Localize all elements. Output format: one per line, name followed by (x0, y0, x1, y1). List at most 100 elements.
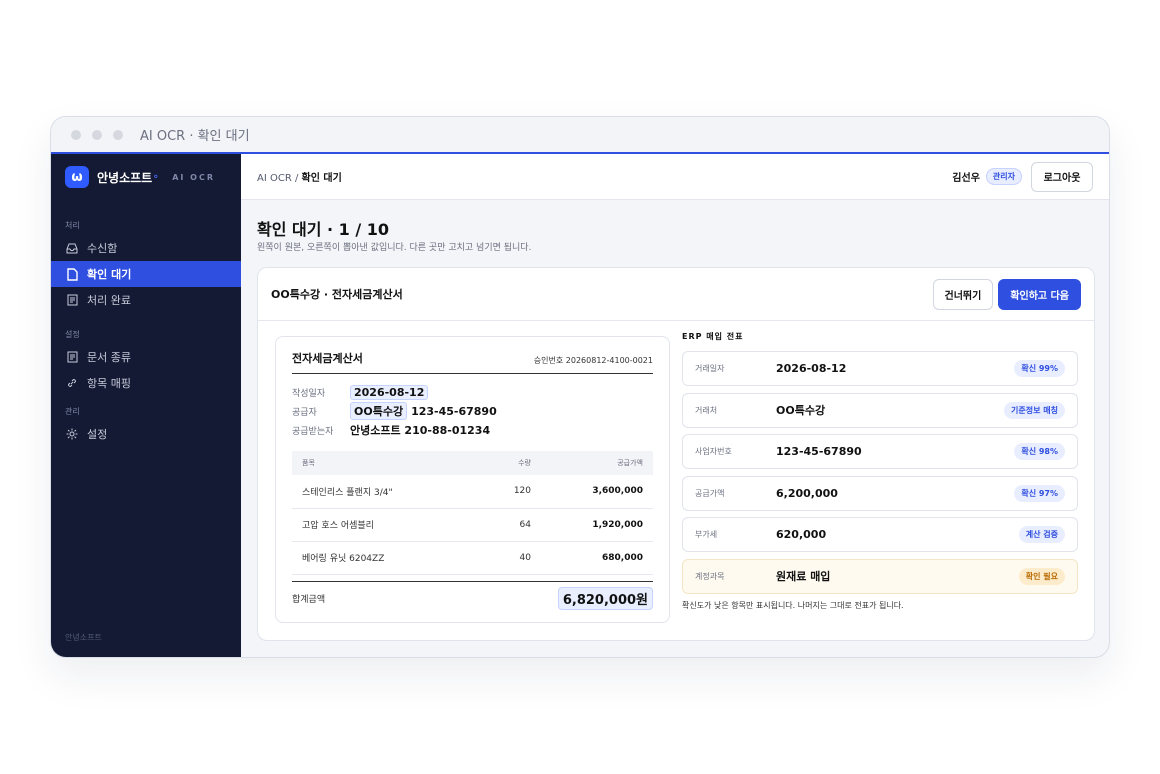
sidebar-item-field-mapping[interactable]: 항목 매핑 (51, 370, 241, 396)
invoice-items-table: 품목 수량 공급가액 스테인리스 플랜지 3/4" 120 3,600,000 (292, 451, 653, 575)
confidence-badge: 확신 99% (1014, 360, 1065, 377)
erp-field-label: 공급가액 (695, 488, 725, 498)
erp-field-label: 부가세 (695, 530, 718, 539)
invoice-date-label: 작성일자 (292, 388, 326, 399)
erp-field-row[interactable]: 공급가액 6,200,000 확신 97% (682, 475, 1078, 511)
item-qty: 40 (483, 541, 543, 575)
sidebar-item-settings[interactable]: 설정 (51, 421, 241, 447)
sidebar-item-label: 확인 대기 (87, 268, 132, 281)
column-header: 공급가액 (543, 451, 653, 475)
erp-field-label: 사업자번호 (695, 447, 732, 456)
erp-field-value[interactable]: 6,200,000 (776, 487, 838, 500)
item-qty: 120 (483, 475, 543, 509)
item-name: 고압 호스 어셈블리 (292, 508, 483, 542)
app-window: AI OCR · 확인 대기 ω 안녕소프트° AI OCR 처리 수신함 확인… (50, 116, 1110, 658)
sidebar: ω 안녕소프트° AI OCR 처리 수신함 확인 대기 처리 완료 설정 문서… (51, 154, 241, 657)
brand-dot: ° (153, 173, 159, 185)
item-amount: 3,600,000 (543, 475, 653, 509)
brand-name: 안녕소프트° (97, 170, 159, 185)
breadcrumb: AI OCR / 확인 대기 (257, 169, 342, 184)
invoice-total-label: 합계금액 (292, 595, 326, 605)
erp-field-label: 계정과목 (695, 571, 725, 581)
sidebar-item-doc-types[interactable]: 문서 종류 (51, 344, 241, 370)
invoice-date-field: 작성일자 2026-08-12 (292, 384, 653, 400)
logout-button[interactable]: 로그아웃 (1031, 161, 1093, 192)
table-header-row: 품목 수량 공급가액 (292, 451, 653, 475)
card-title: OO특수강 · 전자세금계산서 (271, 288, 403, 301)
list-document-icon (65, 294, 79, 306)
invoice-buyer-value: 안녕소프트 210-88-01234 (350, 424, 491, 437)
title-bar: AI OCR · 확인 대기 (51, 117, 1109, 154)
invoice-total-row: 합계금액 6,820,000원 (292, 581, 653, 615)
invoice-total-value: 6,820,000원 (557, 587, 653, 610)
invoice-title: 전자세금계산서 (292, 352, 363, 365)
inbox-icon (65, 243, 79, 254)
sidebar-item-label: 처리 완료 (87, 294, 131, 307)
role-badge: 관리자 (985, 168, 1022, 185)
item-qty: 64 (483, 508, 543, 542)
erp-field-value[interactable]: OO특수강 (776, 402, 825, 418)
invoice-supplier-reg: 123-45-67890 (411, 404, 497, 418)
window-title: AI OCR · 확인 대기 (140, 129, 250, 144)
gear-icon (65, 428, 79, 440)
erp-field-row[interactable]: 부가세 620,000 계산 검증 (682, 517, 1078, 552)
invoice-original: 전자세금계산서 승인번호 20260812-4100-0021 작성일자 202… (275, 336, 670, 623)
erp-field-row-needs-review[interactable]: 계정과목 원재료 매입 확인 필요 (682, 558, 1078, 594)
erp-field-row[interactable]: 거래처 OO특수강 기준정보 매칭 (682, 392, 1078, 428)
table-row: 베어링 유닛 6204ZZ 40 680,000 (292, 541, 653, 575)
erp-field-value[interactable]: 2026-08-12 (776, 362, 846, 375)
breadcrumb-root[interactable]: AI OCR / (257, 173, 298, 184)
window-maximize-dot[interactable] (113, 129, 123, 140)
sidebar-footer: 안녕소프트 (65, 633, 102, 642)
brand-subtitle: AI OCR (172, 172, 215, 182)
brand-logo-icon: ω (65, 166, 89, 188)
main-content: AI OCR / 확인 대기 김선우 관리자 로그아웃 확인 대기 · 1 / … (241, 154, 1109, 657)
link-icon (65, 377, 79, 389)
erp-field-row[interactable]: 사업자번호 123-45-67890 확신 98% (682, 434, 1078, 469)
brand: ω 안녕소프트° AI OCR (51, 154, 241, 200)
card-header: OO특수강 · 전자세금계산서 건너뛰기 확인하고 다음 (258, 268, 1094, 321)
sidebar-item-label: 항목 매핑 (87, 377, 131, 390)
sidebar-item-inbox[interactable]: 수신함 (51, 235, 241, 261)
sidebar-item-label: 설정 (87, 428, 108, 441)
table-row: 고압 호스 어셈블리 64 1,920,000 (292, 508, 653, 542)
erp-panel: ERP 매입 전표 거래일자 2026-08-12 확신 99% 거래처 OO특… (682, 331, 1078, 611)
skip-button[interactable]: 건너뛰기 (932, 278, 994, 310)
window-close-dot[interactable] (71, 129, 81, 140)
review-card: OO특수강 · 전자세금계산서 건너뛰기 확인하고 다음 전자세금계산서 승인번… (257, 267, 1095, 641)
needs-review-badge: 확인 필요 (1018, 567, 1065, 585)
erp-field-row[interactable]: 거래일자 2026-08-12 확신 99% (682, 351, 1078, 386)
erp-field-value[interactable]: 123-45-67890 (776, 445, 862, 458)
section-label-admin: 관리 (65, 407, 80, 416)
column-header: 수량 (483, 451, 543, 475)
invoice-supplier-label: 공급자 (292, 407, 317, 418)
user-name: 김선우 (952, 173, 980, 184)
item-name: 베어링 유닛 6204ZZ (292, 541, 483, 575)
verification-badge: 계산 검증 (1018, 526, 1065, 543)
window-minimize-dot[interactable] (92, 129, 102, 140)
erp-title: ERP 매입 전표 (682, 332, 744, 341)
sidebar-item-done[interactable]: 처리 완료 (51, 287, 241, 313)
invoice-approval-number: 승인번호 20260812-4100-0021 (533, 356, 653, 365)
list-document-icon (65, 351, 79, 363)
confidence-badge: 확신 97% (1014, 484, 1065, 502)
erp-field-label: 거래일자 (695, 364, 725, 373)
invoice-buyer-field: 공급받는자 안녕소프트 210-88-01234 (292, 423, 653, 437)
page-subtitle: 왼쪽이 원본, 오른쪽이 뽑아낸 값입니다. 다른 곳만 고치고 넘기면 됩니다… (257, 243, 532, 253)
page-title: 확인 대기 · 1 / 10 (257, 220, 390, 239)
invoice-supplier-field: 공급자 OO특수강 123-45-67890 (292, 402, 653, 420)
erp-field-value[interactable]: 620,000 (776, 528, 826, 541)
erp-field-value[interactable]: 원재료 매입 (776, 568, 830, 584)
section-label-process: 처리 (65, 221, 80, 230)
document-icon (65, 267, 79, 281)
erp-note: 확신도가 낮은 항목만 표시됩니다. 나머지는 그대로 전표가 됩니다. (682, 601, 904, 610)
sidebar-item-label: 수신함 (87, 242, 118, 255)
invoice-date-value: 2026-08-12 (350, 384, 429, 400)
sidebar-item-pending[interactable]: 확인 대기 (51, 261, 241, 287)
sidebar-item-label: 문서 종류 (87, 351, 131, 364)
confirm-next-button[interactable]: 확인하고 다음 (998, 278, 1081, 310)
section-label-settings: 설정 (65, 330, 80, 339)
erp-field-label: 거래처 (695, 405, 718, 415)
column-header: 품목 (292, 451, 483, 475)
top-bar: AI OCR / 확인 대기 김선우 관리자 로그아웃 (241, 154, 1109, 200)
